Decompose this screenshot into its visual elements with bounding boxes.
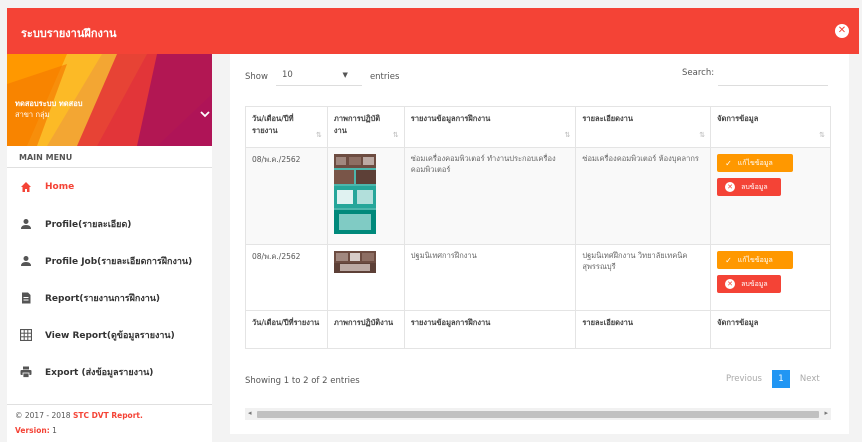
delete-button[interactable]: ✕ ลบข้อมูล [717, 275, 782, 293]
delete-button[interactable]: ✕ ลบข้อมูล [717, 178, 782, 196]
cell-report: ปฐมนิเทศการฝึกงาน [403, 244, 577, 311]
user-profile-banner: ทดสอบระบบ ทดสอบ สาขา กลุ่ม [7, 54, 212, 146]
sort-icon: ⇅ [316, 131, 322, 139]
sort-icon: ⇅ [564, 131, 571, 139]
work-photo-image[interactable] [333, 251, 376, 273]
next-page-button[interactable]: Next [800, 374, 820, 384]
cell-actions: ✓ แก้ไขข้อมูล ✕ ลบข้อมูล [710, 147, 831, 245]
show-label: Show [245, 72, 268, 82]
cell-image [326, 147, 405, 245]
footer-header-detail: รายละเอียดงาน [575, 310, 712, 349]
caret-down-icon: ▼ [342, 71, 348, 79]
close-icon[interactable]: ✕ [835, 24, 849, 38]
check-icon: ✓ [725, 255, 732, 265]
menu-item-label: View Report(ดูข้อมูลรายงาน) [45, 330, 175, 341]
search-input[interactable] [718, 68, 829, 86]
menu-item-profile[interactable]: Profile(รายละเอียด) [7, 205, 212, 242]
footer-header-report: รายงานข้อมูลการฝึกงาน [403, 310, 577, 349]
work-photo-image[interactable] [333, 154, 376, 234]
scroll-right-icon[interactable]: ▸ [824, 409, 828, 417]
close-circle-icon: ✕ [725, 182, 736, 192]
page-button-current[interactable]: 1 [771, 370, 790, 388]
pagination: Previous 1 Next [726, 370, 820, 388]
app-title: ระบบรายงานฝึกงาน [21, 27, 117, 40]
menu-item-label: Home [45, 181, 75, 192]
column-header-image[interactable]: ภาพการปฏิบัติงาน ⇅ [326, 106, 405, 148]
menu-item-report[interactable]: Report(รายงานการฝึกงาน) [7, 279, 212, 316]
scroll-left-icon[interactable]: ◂ [248, 409, 252, 417]
main-menu-header: MAIN MENU [7, 146, 212, 168]
top-bar: ระบบรายงานฝึกงาน ✕ [7, 8, 859, 54]
menu-item-export[interactable]: Export (ส่งข้อมูลรายงาน) [7, 353, 212, 390]
horizontal-scrollbar[interactable]: ◂ ▸ [245, 408, 831, 420]
entries-select-value: 10 [281, 70, 293, 80]
report-table: วัน/เดือน/ปีที่รายงาน ⇅ ภาพการปฏิบัติงาน ⇅… [245, 106, 831, 349]
report-card: Show 10 ▼ entries Search: วัน/เดือน/ปีที… [230, 54, 849, 434]
edit-button[interactable]: ✓ แก้ไขข้อมูล [717, 154, 794, 172]
person-icon [20, 255, 32, 267]
cell-detail: ปฐมนิเทศฝึกงาน วิทยาลัยเทคนิคสุพรรณบุรี [575, 244, 712, 311]
table-icon [20, 328, 32, 341]
person-icon [20, 218, 32, 230]
user-department: สาขา กลุ่ม [15, 110, 50, 119]
sidebar-footer: © 2017 - 2018 STC DVT Report. Version: 1 [7, 404, 212, 435]
menu-item-view-report[interactable]: View Report(ดูข้อมูลรายงาน) [7, 316, 212, 353]
menu-item-label: Profile(รายละเอียด) [45, 219, 132, 230]
check-icon: ✓ [725, 158, 732, 168]
cell-actions: ✓ แก้ไขข้อมูล ✕ ลบข้อมูล [710, 244, 831, 311]
cell-image [326, 244, 405, 311]
column-header-report[interactable]: รายงานข้อมูลการฝึกงาน ⇅ [403, 106, 577, 148]
entries-label: entries [369, 72, 400, 82]
version-label: Version: [15, 426, 50, 435]
search-label: Search: [682, 68, 715, 78]
document-icon [20, 292, 32, 304]
cell-date: 08/พ.ค./2562 [245, 244, 328, 311]
entries-length-control: Show 10 ▼ entries [245, 68, 399, 86]
copyright: © 2017 - 2018 [15, 411, 71, 420]
close-circle-icon: ✕ [725, 279, 736, 289]
edit-button[interactable]: ✓ แก้ไขข้อมูล [717, 251, 794, 269]
sort-icon: ⇅ [699, 131, 706, 139]
previous-page-button[interactable]: Previous [726, 374, 762, 384]
column-header-manage[interactable]: จัดการข้อมูล ⇅ [710, 106, 831, 148]
footer-header-date: วัน/เดือน/ปีที่รายงาน [245, 310, 328, 349]
printer-icon [20, 366, 32, 378]
cell-date: 08/พ.ค./2562 [245, 147, 328, 245]
entries-select[interactable]: 10 ▼ [275, 68, 362, 86]
menu-item-label: Profile Job(รายละเอียดการฝึกงาน) [45, 256, 193, 267]
sidebar: ทดสอบระบบ ทดสอบ สาขา กลุ่ม MAIN MENU Hom… [7, 54, 212, 442]
home-icon [20, 181, 32, 193]
sort-icon: ⇅ [819, 131, 825, 139]
column-header-detail[interactable]: รายละเอียดงาน ⇅ [575, 106, 712, 148]
cell-report: ซ่อมเครื่องคอมพิวเตอร์ ทำงานประกอบเครื่อ… [403, 147, 577, 245]
table-info: Showing 1 to 2 of 2 entries [245, 376, 360, 386]
table-search: Search: [682, 68, 829, 86]
menu-item-profile-job[interactable]: Profile Job(รายละเอียดการฝึกงาน) [7, 242, 212, 279]
cell-detail: ซ่อมเครื่องคอมพิวเตอร์ ห้องบุคลากร [575, 147, 712, 245]
menu-item-label: Export (ส่งข้อมูลรายงาน) [45, 367, 154, 378]
menu-item-home[interactable]: Home [7, 168, 212, 205]
scrollbar-thumb[interactable] [257, 411, 819, 418]
footer-header-image: ภาพการปฏิบัติงาน [326, 310, 405, 349]
column-header-date[interactable]: วัน/เดือน/ปีที่รายงาน ⇅ [245, 106, 328, 148]
table-row: 08/พ.ค./2562 ปฐมนิเทศการฝึกงาน ปฐมนิเทศฝ… [245, 244, 831, 311]
table-row: 08/พ.ค./2562 ซ่อมเครื่องคอมพิวเตอร์ ทำงา… [245, 147, 831, 245]
brand-name: STC DVT Report. [72, 411, 143, 420]
sort-icon: ⇅ [392, 131, 399, 139]
footer-header-manage: จัดการข้อมูล [710, 310, 831, 349]
version-value: 1 [52, 426, 57, 435]
menu-item-label: Report(รายงานการฝึกงาน) [45, 293, 161, 304]
table-footer-row: วัน/เดือน/ปีที่รายงาน ภาพการปฏิบัติงาน ร… [245, 310, 831, 349]
